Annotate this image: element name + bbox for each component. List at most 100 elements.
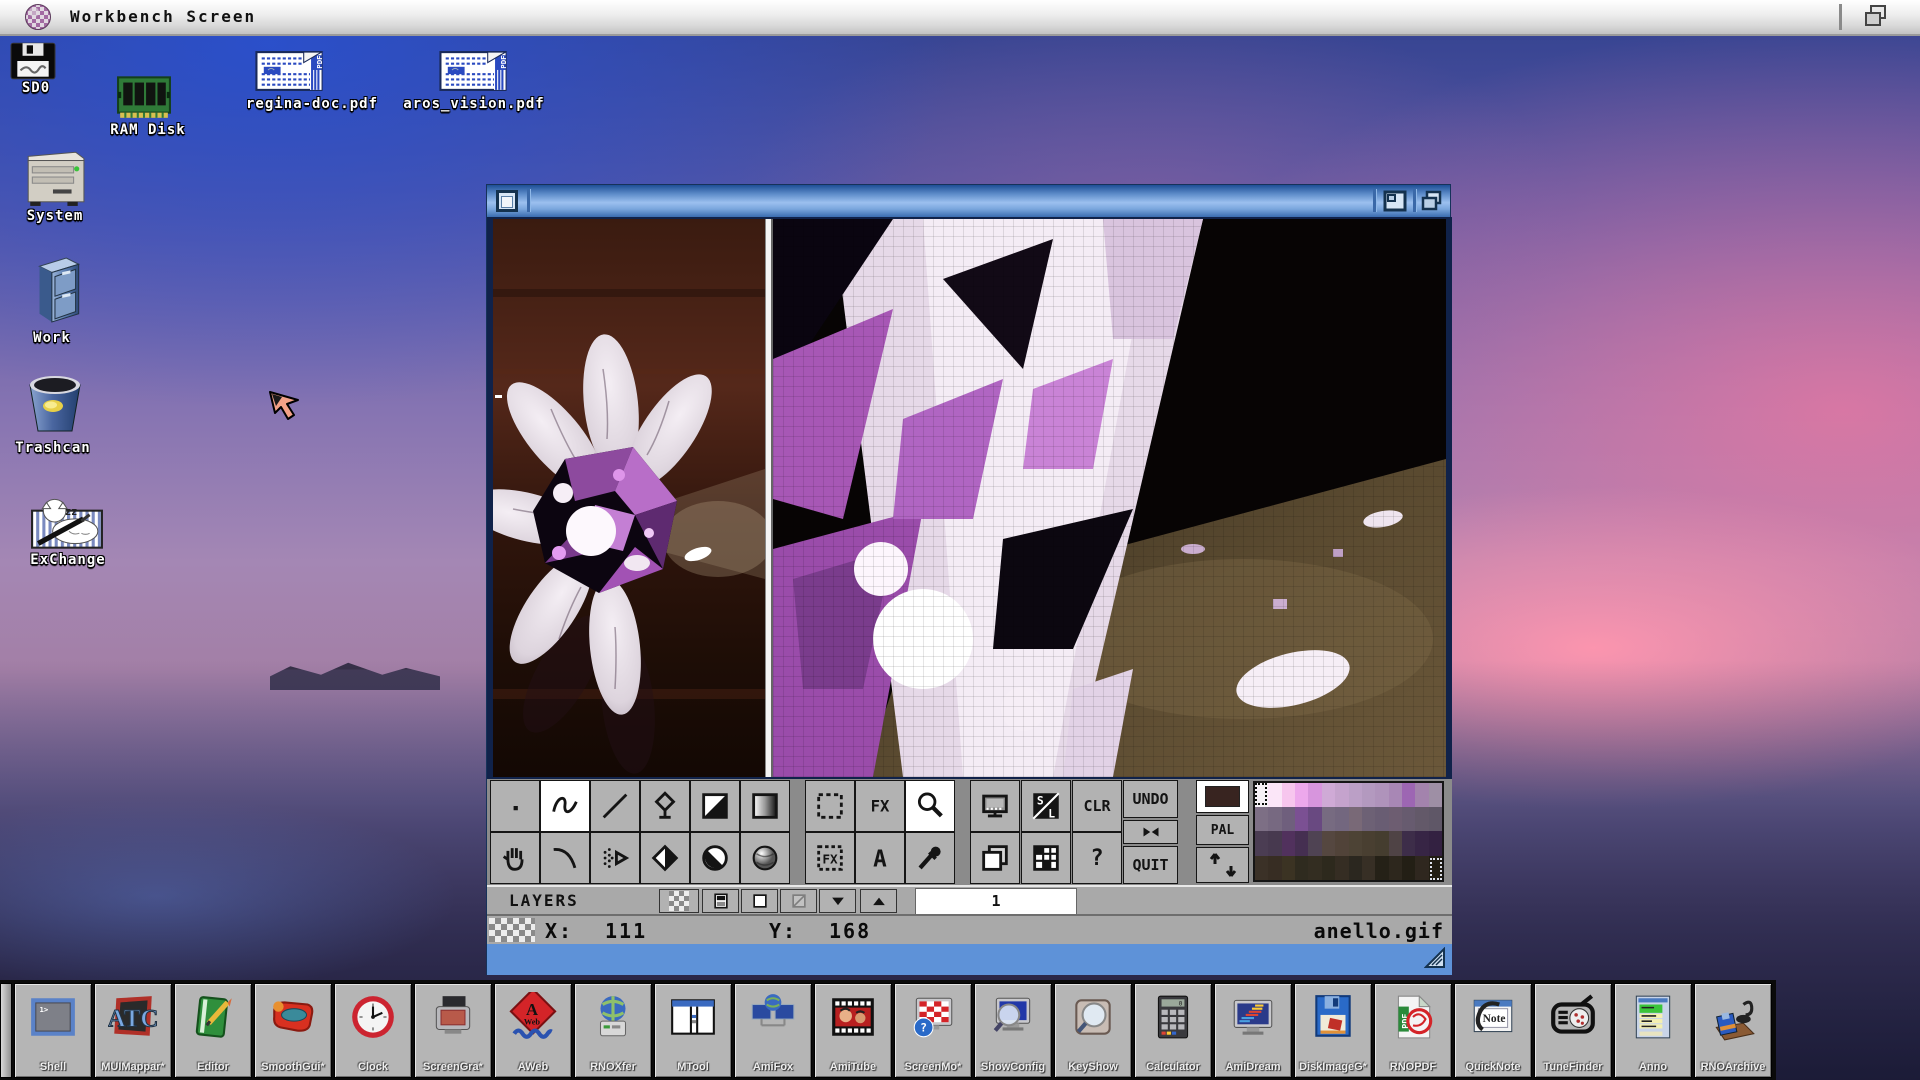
palette-swatch[interactable] [1335, 783, 1348, 807]
save-load-icon[interactable]: SL [1021, 780, 1071, 832]
paint-window-titlebar[interactable] [487, 185, 1450, 218]
palette-swatch[interactable] [1389, 783, 1402, 807]
disabled-square-icon[interactable] [780, 889, 817, 913]
palette-swatch[interactable] [1389, 831, 1402, 855]
palette-swatch[interactable] [1349, 807, 1362, 831]
current-color-swatch[interactable] [1196, 780, 1249, 813]
dock-item-amidream[interactable]: AmiDream [1214, 983, 1292, 1078]
magnifier-tool-icon[interactable] [905, 780, 955, 832]
grid-table-icon[interactable] [1021, 832, 1071, 884]
palette-swatch[interactable] [1268, 807, 1281, 831]
pane-divider[interactable] [765, 219, 773, 777]
text-tool-icon[interactable]: A [855, 832, 905, 884]
arrow-up-icon[interactable] [860, 889, 897, 913]
layer-number-field[interactable]: 1 [915, 888, 1077, 915]
undo-button[interactable]: UNDO [1123, 780, 1178, 818]
palette-swatch[interactable] [1295, 856, 1308, 880]
arrow-down-icon[interactable] [819, 889, 856, 913]
palette-swatch[interactable] [1402, 831, 1415, 855]
palette-swatch[interactable] [1415, 831, 1428, 855]
canvas-pane-full-view[interactable] [493, 219, 765, 777]
palette-swatch[interactable] [1415, 856, 1428, 880]
palette-swatch[interactable] [1415, 807, 1428, 831]
resize-gadget-icon[interactable] [1424, 947, 1446, 969]
palette-swatch[interactable] [1335, 807, 1348, 831]
dock-item-screenmo[interactable]: ?ScreenMo* [894, 983, 972, 1078]
layer-rows-icon[interactable] [702, 889, 739, 913]
kite-shape-tool-icon[interactable] [640, 780, 690, 832]
palette-swatch[interactable] [1349, 856, 1362, 880]
palette-swatch[interactable] [1268, 831, 1281, 855]
palette-swatch[interactable] [1322, 807, 1335, 831]
dock-item-keyshow[interactable]: KeyShow [1054, 983, 1132, 1078]
dock-item-aweb[interactable]: AWebAWeb [494, 983, 572, 1078]
sphere-tool-icon[interactable] [740, 832, 790, 884]
palette-swatch[interactable] [1402, 856, 1415, 880]
pdf-document-icon[interactable]: PDF [434, 50, 512, 96]
palette-swatch[interactable] [1375, 831, 1388, 855]
gradient-fill-tool-icon[interactable] [740, 780, 790, 832]
pal-button[interactable]: PAL [1196, 815, 1249, 845]
color-up-down-arrows[interactable] [1196, 847, 1249, 883]
palette-swatch[interactable] [1415, 783, 1428, 807]
canvas-area[interactable] [487, 217, 1452, 779]
palette-swatch[interactable] [1282, 783, 1295, 807]
layer-pages-icon[interactable] [970, 832, 1020, 884]
palette-swatch[interactable] [1362, 783, 1375, 807]
dock-item-editor[interactable]: Editor [174, 983, 252, 1078]
palette-swatch[interactable] [1402, 807, 1415, 831]
fill-contrast-tool-icon[interactable] [690, 780, 740, 832]
close-gadget-icon[interactable] [496, 190, 518, 212]
dock-item-rnoxfer[interactable]: RNOXfer [574, 983, 652, 1078]
half-circle-tool-icon[interactable] [690, 832, 740, 884]
airbrush-tool-icon[interactable] [590, 832, 640, 884]
palette-swatch[interactable] [1295, 783, 1308, 807]
checkerboard-icon[interactable] [659, 889, 699, 913]
trash-bucket-icon[interactable] [26, 372, 84, 438]
line-tool-icon[interactable] [590, 780, 640, 832]
eyedropper-tool-icon[interactable] [905, 832, 955, 884]
palette-swatch[interactable] [1255, 807, 1268, 831]
dock-item-rnopdf[interactable]: PDFRNOPDF [1374, 983, 1452, 1078]
palette-swatch[interactable] [1308, 807, 1321, 831]
screen-depth-gadget-icon[interactable] [1862, 4, 1892, 30]
palette-swatch[interactable] [1375, 856, 1388, 880]
palette-swatch[interactable] [1389, 856, 1402, 880]
palette-swatch[interactable] [1322, 783, 1335, 807]
dock-item-muimappar[interactable]: ATCMUIMappar* [94, 983, 172, 1078]
palette-swatch[interactable] [1362, 807, 1375, 831]
dock-handle[interactable] [0, 983, 12, 1078]
palette-swatch[interactable] [1375, 783, 1388, 807]
palette-swatch[interactable] [1429, 807, 1442, 831]
dock-item-smoothgui[interactable]: SmoothGui* [254, 983, 332, 1078]
palette-swatch[interactable] [1322, 856, 1335, 880]
zoom-gadget-icon[interactable] [1383, 190, 1407, 212]
dock-item-amifox[interactable]: AmiFox [734, 983, 812, 1078]
dock-item-screengra[interactable]: ScreenGra* [414, 983, 492, 1078]
join-triangles-icon[interactable] [1123, 820, 1178, 844]
palette-swatch[interactable] [1349, 831, 1362, 855]
dock-item-quicknote[interactable]: NoteQuickNote [1454, 983, 1532, 1078]
color-palette[interactable] [1253, 781, 1444, 882]
floppy-disk-icon[interactable] [10, 42, 56, 84]
pixel-dot-tool-icon[interactable] [490, 780, 540, 832]
dock-item-showconfig[interactable]: ShowConfig [974, 983, 1052, 1078]
palette-swatch[interactable] [1268, 783, 1281, 807]
palette-swatch[interactable] [1362, 831, 1375, 855]
palette-swatch[interactable] [1282, 856, 1295, 880]
palette-swatch[interactable] [1268, 856, 1281, 880]
hand-pan-tool-icon[interactable] [490, 832, 540, 884]
palette-swatch[interactable] [1429, 783, 1442, 807]
palette-swatch[interactable] [1389, 807, 1402, 831]
quit-button[interactable]: QUIT [1123, 846, 1178, 884]
sleeping-cat-icon[interactable]: zz [30, 496, 104, 554]
palette-swatch[interactable] [1308, 856, 1321, 880]
dock-item-mtool[interactable]: MTool [654, 983, 732, 1078]
dock-item-calculator[interactable]: 0Calculator [1134, 983, 1212, 1078]
dock-item-rnoarchive[interactable]: RNOArchive [1694, 983, 1772, 1078]
palette-swatch[interactable] [1282, 807, 1295, 831]
fx-region-tool-icon[interactable]: FX [805, 832, 855, 884]
freehand-tool-icon[interactable] [540, 780, 590, 832]
palette-swatch[interactable] [1308, 783, 1321, 807]
window-depth-gadget-icon[interactable] [1420, 190, 1444, 212]
